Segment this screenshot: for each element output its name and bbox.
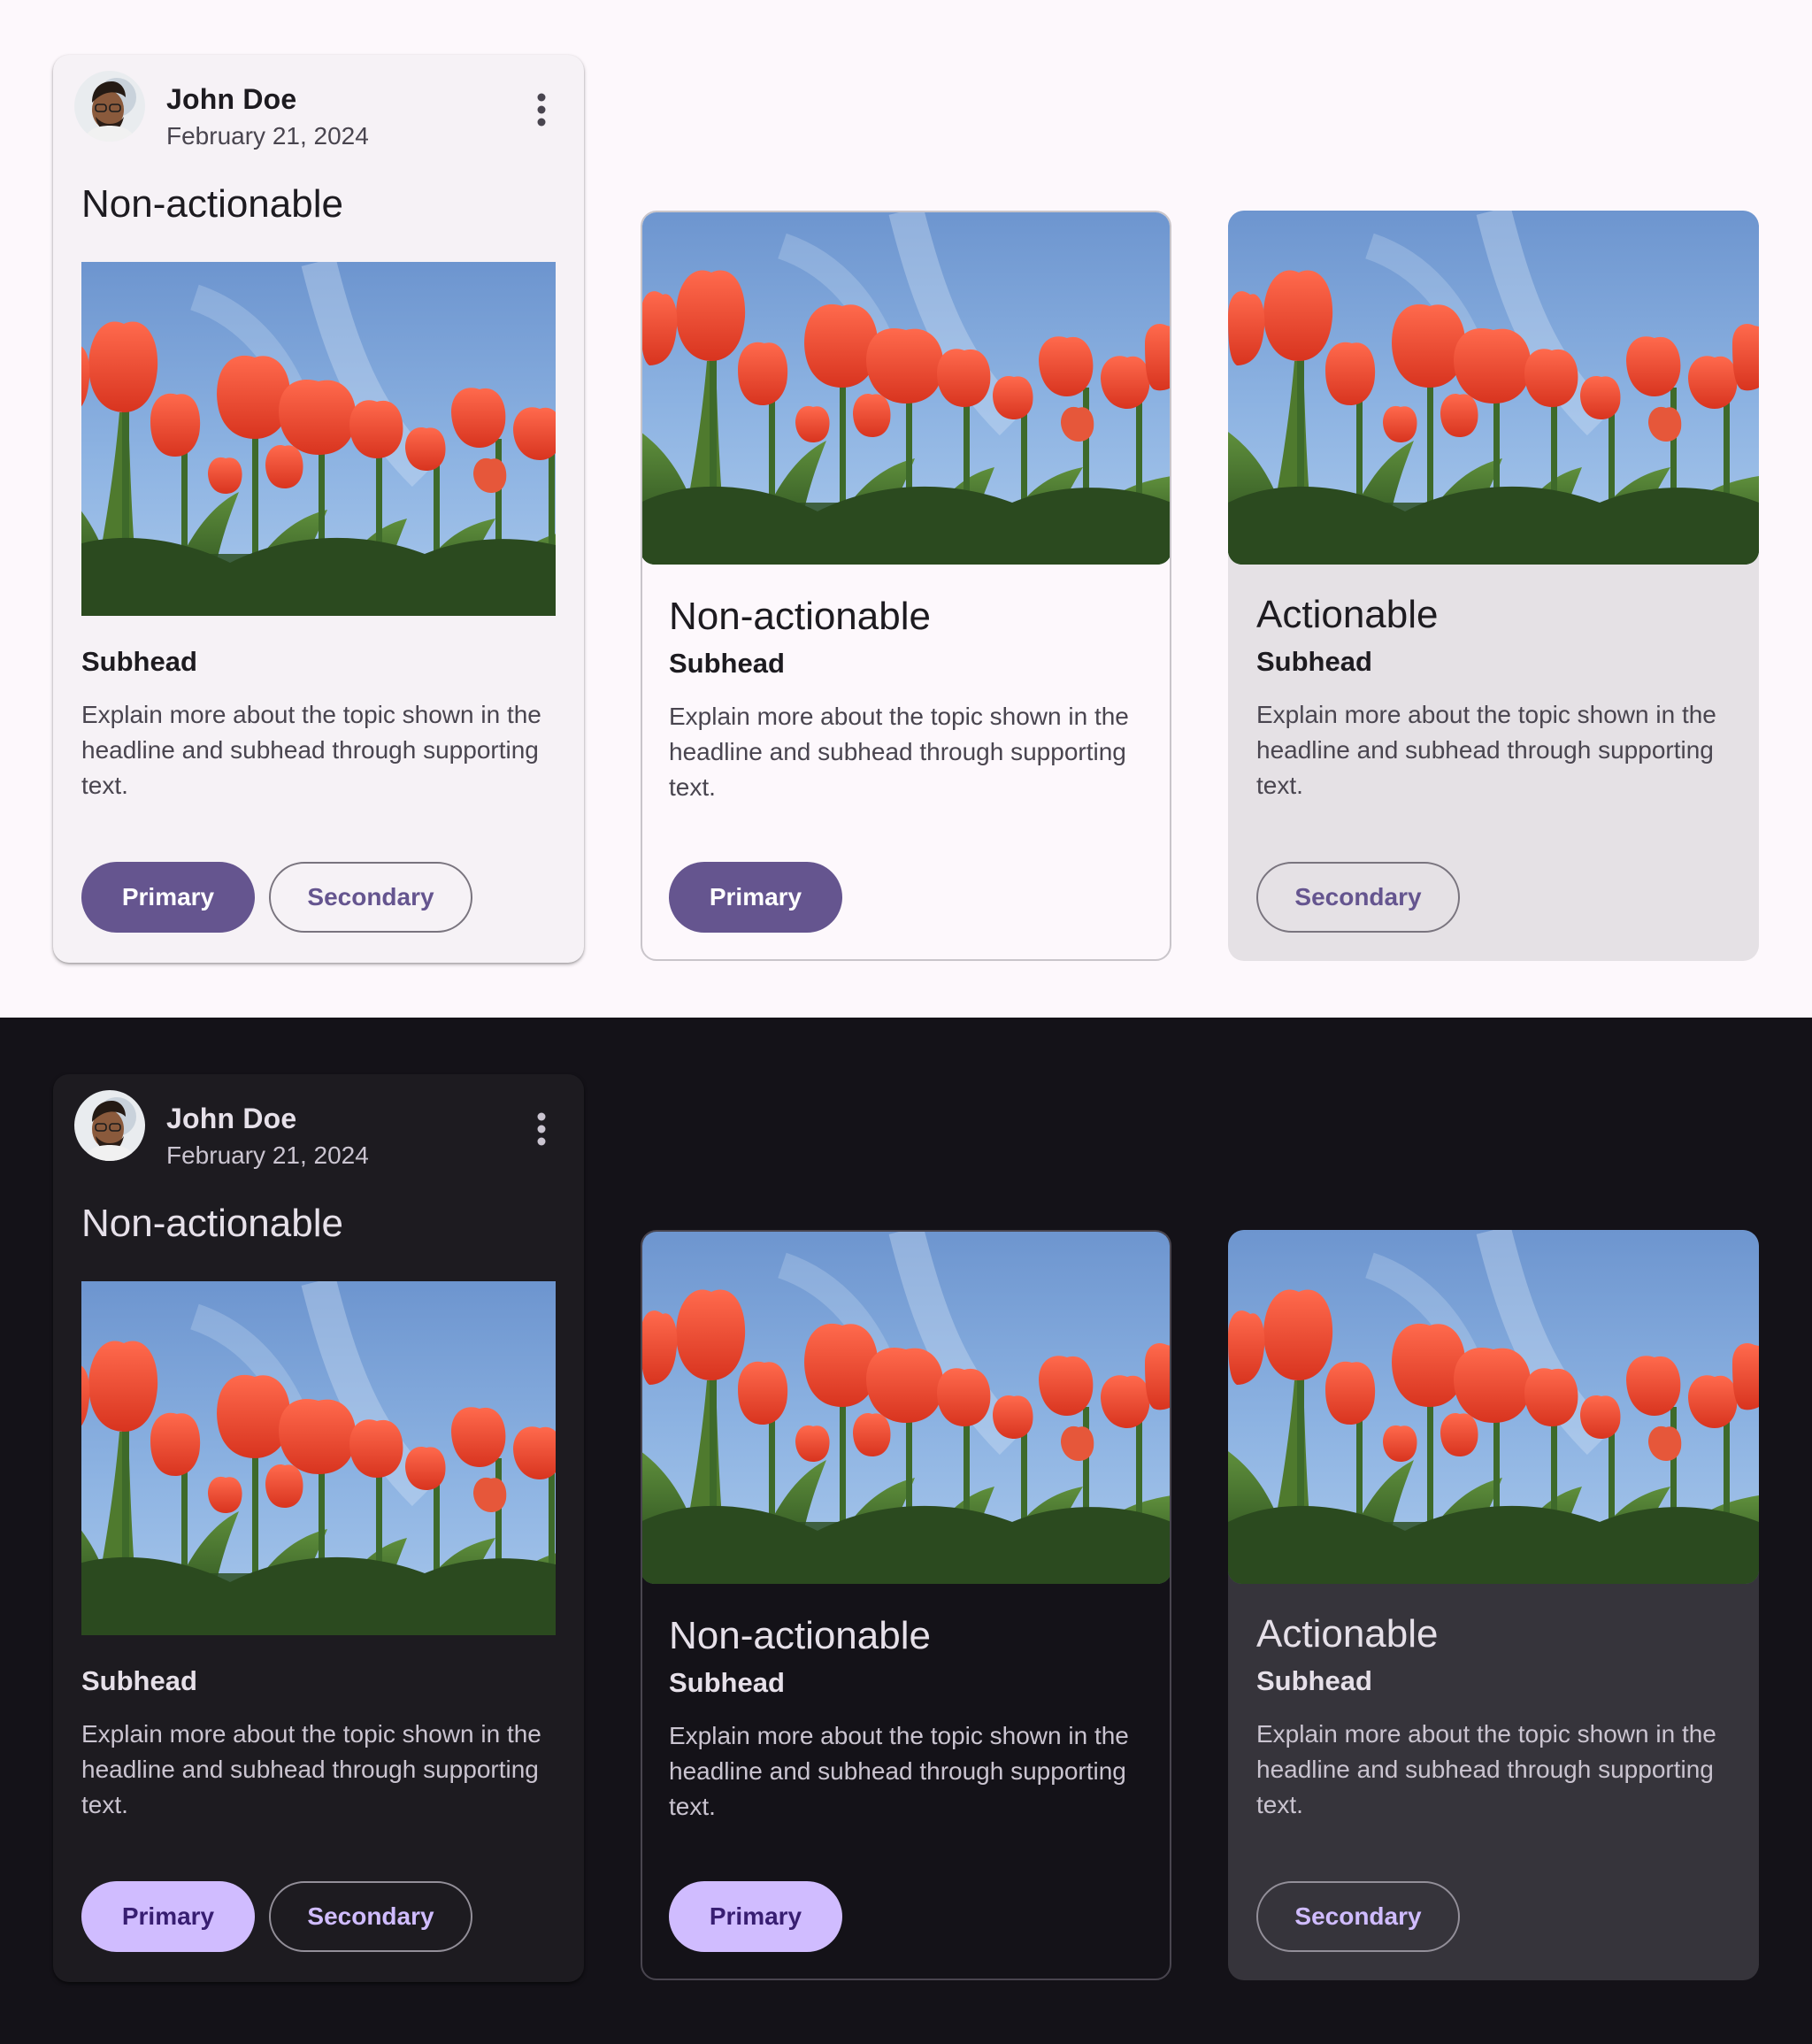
tulip-image [1228,211,1759,565]
secondary-button[interactable]: Secondary [1256,1881,1460,1952]
elevated-card: John Doe February 21, 2024 Non-actionabl… [53,55,584,963]
card-subhead: Subhead [81,646,197,677]
tulip-image [1228,1230,1759,1584]
card-header: John Doe February 21, 2024 [74,71,563,150]
card-headline: Non-actionable [669,1614,931,1657]
supporting-text: Explain more about the topic shown in th… [669,703,1129,801]
tulip-image [641,211,1171,565]
elevated-card: John Doe February 21, 2024 Non-actionabl… [53,1074,584,1982]
outlined-card: Non-actionable Subhead Explain more abou… [641,211,1171,961]
card-headline: Actionable [1256,1612,1439,1656]
card-subhead: Subhead [1256,646,1372,677]
avatar [74,1090,145,1161]
light-theme-panel: John Doe February 21, 2024 Non-actionabl… [0,0,1812,1018]
tulip-image [81,262,556,616]
secondary-button[interactable]: Secondary [1256,862,1460,933]
filled-card[interactable]: Actionable Subhead Explain more about th… [1228,211,1759,961]
card-headline: Non-actionable [81,1202,343,1245]
primary-button[interactable]: Primary [669,862,842,933]
secondary-button[interactable]: Secondary [269,1881,472,1952]
card-subhead: Subhead [1256,1665,1372,1696]
post-date: February 21, 2024 [166,1141,369,1169]
author-name: John Doe [166,83,297,115]
more-vert-icon[interactable] [520,1108,563,1150]
tulip-image [81,1281,556,1635]
outlined-card: Non-actionable Subhead Explain more abou… [641,1230,1171,1980]
primary-button[interactable]: Primary [81,862,255,933]
tulip-image [641,1230,1171,1584]
card-headline: Non-actionable [81,182,343,226]
filled-card[interactable]: Actionable Subhead Explain more about th… [1228,1230,1759,1980]
more-vert-icon[interactable] [520,88,563,131]
avatar [74,71,145,142]
supporting-text: Explain more about the topic shown in th… [669,1722,1129,1820]
card-headline: Actionable [1256,593,1439,636]
dark-theme-panel: John Doe February 21, 2024 Non-actionabl… [0,1018,1812,2044]
card-headline: Non-actionable [669,595,931,638]
post-date: February 21, 2024 [166,122,369,150]
author-name: John Doe [166,1103,297,1134]
primary-button[interactable]: Primary [669,1881,842,1952]
card-header: John Doe February 21, 2024 [74,1090,563,1169]
primary-button[interactable]: Primary [81,1881,255,1952]
card-subhead: Subhead [669,648,785,679]
supporting-text: Explain more about the topic shown in th… [81,701,541,799]
secondary-button[interactable]: Secondary [269,862,472,933]
card-subhead: Subhead [669,1667,785,1698]
card-subhead: Subhead [81,1665,197,1696]
supporting-text: Explain more about the topic shown in th… [1256,701,1716,799]
supporting-text: Explain more about the topic shown in th… [1256,1720,1716,1818]
supporting-text: Explain more about the topic shown in th… [81,1720,541,1818]
